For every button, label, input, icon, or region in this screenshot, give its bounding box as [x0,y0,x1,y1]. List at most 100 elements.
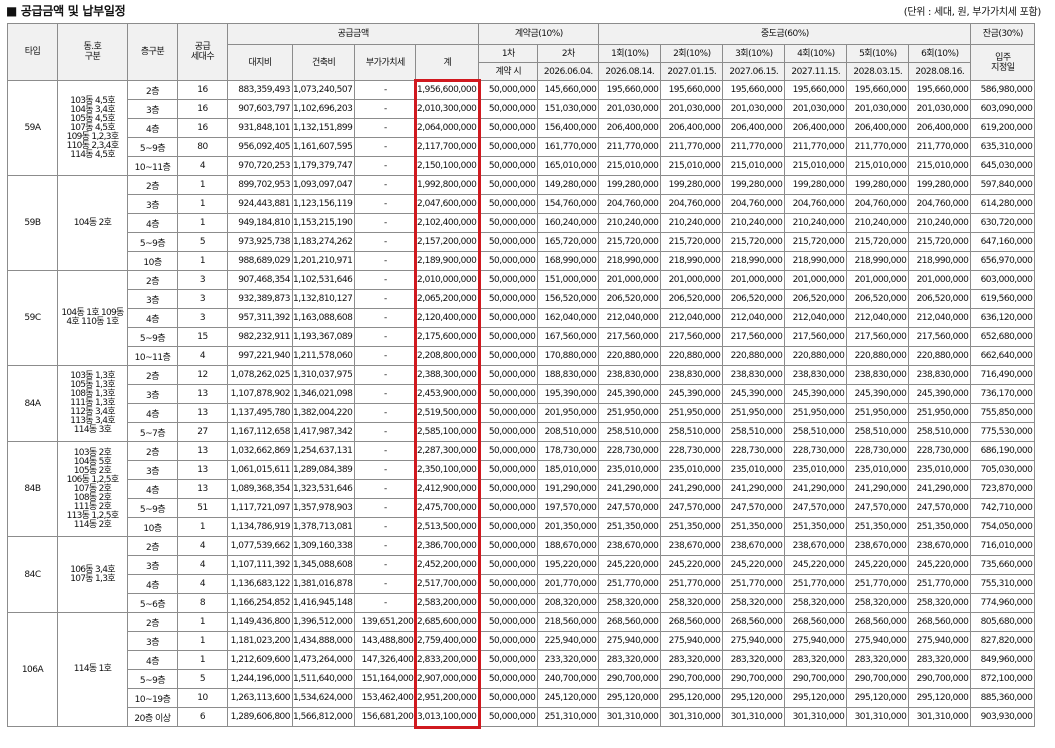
contract-1-cell: 50,000,000 [478,669,539,689]
interim-2-cell: 268,560,000 [660,612,724,632]
total-cell: 2,157,200,000 [415,232,480,252]
units-cell: 13 [177,479,228,499]
balance-cell: 603,090,000 [970,99,1036,119]
building-cell: 1,102,531,646 [291,270,356,290]
units-cell: 1 [177,251,228,271]
building-cell: 1,378,713,081 [291,517,356,537]
interim-3-cell: 212,040,000 [722,308,786,328]
interim-5-cell: 211,770,000 [846,137,910,157]
units-cell: 4 [177,574,228,594]
page-title: ■ 공급금액 및 납부일정 [6,4,126,18]
interim-2-cell: 235,010,000 [660,460,724,480]
balance-cell: 735,660,000 [970,555,1036,575]
floor-cell: 3층 [127,631,178,651]
contract-1-cell: 50,000,000 [478,593,539,613]
table-row: 3층 13 1,107,878,902 1,346,021,098-2,453,900… [8,384,1036,404]
building-cell: 1,123,156,119 [291,194,356,214]
interim-1-cell: 275,940,000 [598,631,662,651]
floor-cell: 4층 [127,308,178,328]
interim-6-cell: 295,120,000 [908,688,972,708]
building-cell: 1,382,004,220 [291,403,356,423]
interim-1-cell: 228,730,000 [598,441,662,461]
interim-3-cell: 228,730,000 [722,441,786,461]
table-row: 4층 1 1,212,609,600 1,473,264,000 147,326,400… [8,650,1036,670]
contract-1-cell: 50,000,000 [478,80,539,100]
interim-6-cell: 238,830,000 [908,365,972,385]
units-cell: 16 [177,99,228,119]
total-cell: 2,065,200,000 [415,289,480,309]
building-cell: 1,102,696,203 [291,99,356,119]
table-row: 10~19층 10 1,263,113,600 1,534,624,000 153,46… [8,688,1036,708]
interim-4-cell: 218,990,000 [784,251,848,271]
balance-cell: 705,030,000 [970,460,1036,480]
total-cell: 2,519,500,000 [415,403,480,423]
contract-2-cell: 218,560,000 [537,612,600,632]
floor-cell: 4층 [127,403,178,423]
interim-1-cell: 215,720,000 [598,232,662,252]
land-cell: 982,232,911 [227,327,293,347]
table-row: 3층 16 907,603,797 1,102,696,203-2,010,300,0… [8,99,1036,119]
interim-1-cell: 211,770,000 [598,137,662,157]
header-floor: 층구분 [127,23,178,81]
land-cell: 1,117,721,097 [227,498,293,518]
floor-cell: 2층 [127,365,178,385]
header-balance: 잔금(30%) [970,23,1036,45]
interim-4-cell: 201,000,000 [784,270,848,290]
land-cell: 1,137,495,780 [227,403,293,423]
interim-3-cell: 204,760,000 [722,194,786,214]
floor-cell: 5~7층 [127,422,178,442]
land-cell: 1,134,786,919 [227,517,293,537]
interim-2-cell: 204,760,000 [660,194,724,214]
contract-2-cell: 233,320,000 [537,650,600,670]
contract-2-cell: 161,770,000 [537,137,600,157]
contract-2-cell: 251,310,000 [537,707,600,727]
header-interim-1: 1회(10%) [598,44,662,63]
interim-5-cell: 251,950,000 [846,403,910,423]
interim-6-cell: 211,770,000 [908,137,972,157]
balance-cell: 805,680,000 [970,612,1036,632]
building-cell: 1,473,264,000 [291,650,356,670]
vat-cell: - [354,517,417,537]
interim-3-cell: 211,770,000 [722,137,786,157]
units-cell: 3 [177,308,228,328]
interim-2-cell: 211,770,000 [660,137,724,157]
interim-2-cell: 195,660,000 [660,80,724,100]
vat-cell: - [354,175,417,195]
interim-4-cell: 235,010,000 [784,460,848,480]
interim-2-cell: 210,240,000 [660,213,724,233]
contract-2-cell: 225,940,000 [537,631,600,651]
total-cell: 2,513,500,000 [415,517,480,537]
interim-4-cell: 251,950,000 [784,403,848,423]
contract-2-cell: 151,030,000 [537,99,600,119]
interim-5-cell: 220,880,000 [846,346,910,366]
table-row: 10층 1 1,134,786,919 1,378,713,081-2,513,500… [8,517,1036,537]
table-row: 84B 103동 2호 104동 5호 105동 2호 106동 1,2,5호 1… [7,441,1036,537]
balance-cell: 652,680,000 [970,327,1036,347]
floor-cell: 10층 [127,517,178,537]
balance-cell: 736,170,000 [970,384,1036,404]
total-cell: 2,475,700,000 [415,498,480,518]
balance-cell: 775,530,000 [970,422,1036,442]
table-row: 10~11층 4 997,221,940 1,211,578,060-2,208,80… [8,346,1036,366]
contract-1-cell: 50,000,000 [478,555,539,575]
floor-cell: 20층 이상 [127,707,178,727]
interim-5-cell: 215,720,000 [846,232,910,252]
interim-1-cell: 201,030,000 [598,99,662,119]
interim-5-cell: 212,040,000 [846,308,910,328]
interim-6-cell: 199,280,000 [908,175,972,195]
interim-1-cell: 301,310,000 [598,707,662,727]
interim-5-cell: 258,510,000 [846,422,910,442]
interim-2-cell: 241,290,000 [660,479,724,499]
interim-3-cell: 258,510,000 [722,422,786,442]
interim-2-cell: 199,280,000 [660,175,724,195]
interim-1-cell: 258,320,000 [598,593,662,613]
interim-3-cell: 258,320,000 [722,593,786,613]
interim-1-cell: 210,240,000 [598,213,662,233]
total-cell: 1,992,800,000 [415,175,480,195]
interim-4-cell: 268,560,000 [784,612,848,632]
units-cell: 4 [177,536,228,556]
interim-1-cell: 290,700,000 [598,669,662,689]
total-cell: 2,907,000,000 [415,669,480,689]
total-cell: 2,010,000,000 [415,270,480,290]
interim-5-cell: 204,760,000 [846,194,910,214]
